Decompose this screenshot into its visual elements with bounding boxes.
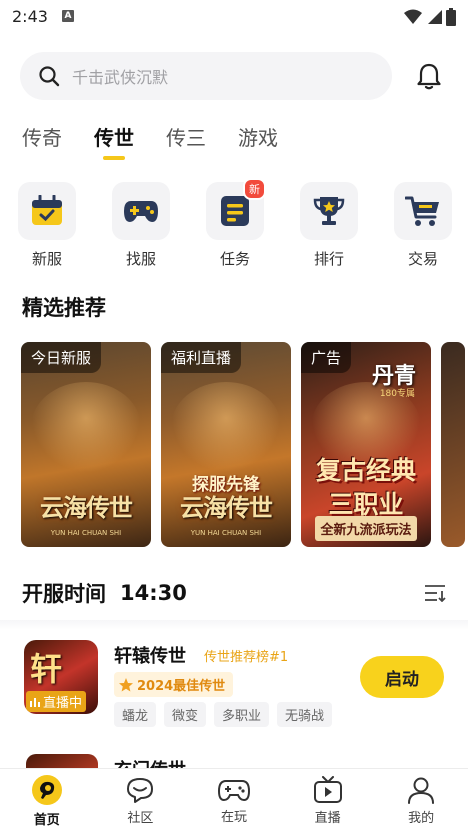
quick-icon-box: [18, 182, 76, 240]
profile-icon: [408, 777, 435, 804]
nav-label: 直播: [314, 810, 341, 826]
card-tag: 福利直播: [161, 342, 242, 373]
quick-icon-box: [112, 182, 170, 240]
tv-live-icon: [313, 775, 342, 803]
quick-ranking[interactable]: 排行: [300, 182, 358, 269]
status-bar: 2:43 A: [0, 0, 468, 32]
featured-title: 精选推荐: [22, 296, 106, 320]
live-label: 直播中: [43, 696, 83, 711]
nav-playing[interactable]: 在玩: [199, 777, 269, 825]
nav-live[interactable]: 直播: [293, 775, 363, 826]
search-placeholder: 千击武侠沉默: [72, 68, 169, 87]
category-tabs: 传奇 传世 传三 游戏: [22, 122, 278, 158]
game-tag: 多职业: [214, 702, 270, 727]
open-time-header: 开服时间 14:30: [22, 578, 446, 608]
ad-footer: 全新九流派玩法: [315, 516, 417, 541]
status-indicators: [404, 8, 456, 26]
quick-find-server[interactable]: 找服: [112, 182, 170, 269]
tab-chuansan[interactable]: 传三: [166, 122, 206, 158]
card-game-title: 云海传世: [180, 493, 273, 522]
launch-button[interactable]: 启动: [360, 656, 444, 698]
game-rank[interactable]: 传世推荐榜#1: [204, 646, 288, 665]
best-award-label: 2024最佳传世: [137, 679, 226, 694]
bottom-nav: 首页 社区 在玩 直播 我的: [0, 768, 468, 832]
open-time-label: 开服时间: [22, 582, 106, 606]
featured-card[interactable]: 福利直播 探服先锋 云海传世 YUN HAI CHUAN SHI: [161, 342, 291, 547]
game-tags: 蟠龙 微变 多职业 无骑战: [114, 702, 333, 727]
nav-home[interactable]: 首页: [12, 774, 82, 828]
live-bars-icon: [30, 697, 40, 707]
ad-tag: 广告: [301, 342, 352, 373]
ad-headline: 复古经典 三职业: [305, 454, 427, 522]
status-time: 2:43: [12, 6, 48, 26]
gamepad-nav-icon: [217, 779, 250, 801]
home-logo-icon: [31, 774, 62, 805]
community-icon: [127, 777, 154, 803]
nav-label: 我的: [408, 810, 435, 826]
section-divider: [0, 620, 468, 630]
best-award-badge: 2024最佳传世: [114, 672, 234, 697]
award-star-icon: [119, 677, 133, 691]
cart-icon: [405, 196, 439, 226]
quick-label: 找服: [125, 250, 156, 268]
search-row: 千击武侠沉默: [20, 52, 450, 100]
signal-icon: [428, 10, 442, 24]
nav-mine[interactable]: 我的: [386, 776, 456, 826]
new-badge: 新: [243, 178, 266, 200]
quick-icon-box: [300, 182, 358, 240]
gamepad-icon: [124, 201, 158, 222]
card-artwork: [171, 382, 281, 472]
calendar-check-icon: [32, 195, 62, 225]
featured-card[interactable]: 今日新服 云海传世 YUN HAI CHUAN SHI: [21, 342, 151, 547]
nav-label: 在玩: [220, 809, 247, 825]
live-badge: 直播中: [26, 691, 87, 712]
ad-logo-subtext: 180专属: [379, 389, 415, 399]
tab-chuanqi[interactable]: 传奇: [22, 122, 62, 158]
bell-icon: [417, 63, 441, 90]
quick-trade[interactable]: 交易: [394, 182, 452, 269]
quick-new-server[interactable]: 新服: [18, 182, 76, 269]
quick-icon-box: [394, 182, 452, 240]
game-list-item[interactable]: 轩 直播中 轩辕传世 传世推荐榜#1 2024最佳传世 蟠龙 微变 多职业 无骑…: [24, 640, 444, 730]
game-list-item[interactable]: 玄门传世: [24, 750, 444, 770]
nav-label: 社区: [127, 810, 154, 826]
game-tag: 无骑战: [277, 702, 333, 727]
game-tag: 蟠龙: [114, 702, 157, 727]
nav-label: 首页: [33, 812, 60, 828]
notification-button[interactable]: [414, 61, 444, 91]
nav-community[interactable]: 社区: [105, 776, 175, 826]
game-name: 轩辕传世: [114, 646, 186, 667]
search-icon: [39, 66, 60, 87]
search-input[interactable]: 千击武侠沉默: [20, 52, 392, 100]
card-game-title: 云海传世: [40, 493, 133, 522]
notification-app-icon: A: [61, 10, 74, 22]
quick-tasks[interactable]: 新 任务: [206, 178, 266, 269]
game-icon-text: 轩: [30, 650, 63, 688]
quick-label: 新服: [31, 250, 62, 268]
ad-card[interactable]: 广告 丹青 180专属 复古经典 三职业 全新九流派玩法: [301, 342, 431, 547]
game-icon: 轩 直播中: [24, 640, 98, 714]
card-tag: 今日新服: [21, 342, 102, 373]
quick-label: 任务: [219, 250, 250, 268]
featured-carousel[interactable]: 今日新服 云海传世 YUN HAI CHUAN SHI 福利直播 探服先锋 云海…: [21, 342, 468, 547]
ad-headline-line1: 复古经典: [315, 456, 416, 485]
quick-actions: 新服 找服 新 任务 排行 交易: [18, 178, 452, 269]
task-list-icon: [221, 196, 249, 226]
card-game-subtitle: YUN HAI CHUAN SHI: [50, 529, 122, 537]
battery-icon: [446, 8, 456, 26]
game-tag: 微变: [164, 702, 207, 727]
card-artwork: [31, 382, 141, 472]
trophy-icon: [313, 197, 345, 225]
sort-list-icon[interactable]: [424, 584, 446, 602]
wifi-icon: [404, 9, 422, 24]
quick-label: 排行: [313, 250, 344, 268]
quick-label: 交易: [407, 250, 438, 268]
tab-youxi[interactable]: 游戏: [238, 122, 278, 158]
featured-card-partial[interactable]: [441, 342, 465, 547]
card-game-subtitle: YUN HAI CHUAN SHI: [190, 529, 262, 537]
tab-chuanshi[interactable]: 传世: [94, 122, 134, 158]
open-time-value: 14:30: [120, 581, 187, 605]
